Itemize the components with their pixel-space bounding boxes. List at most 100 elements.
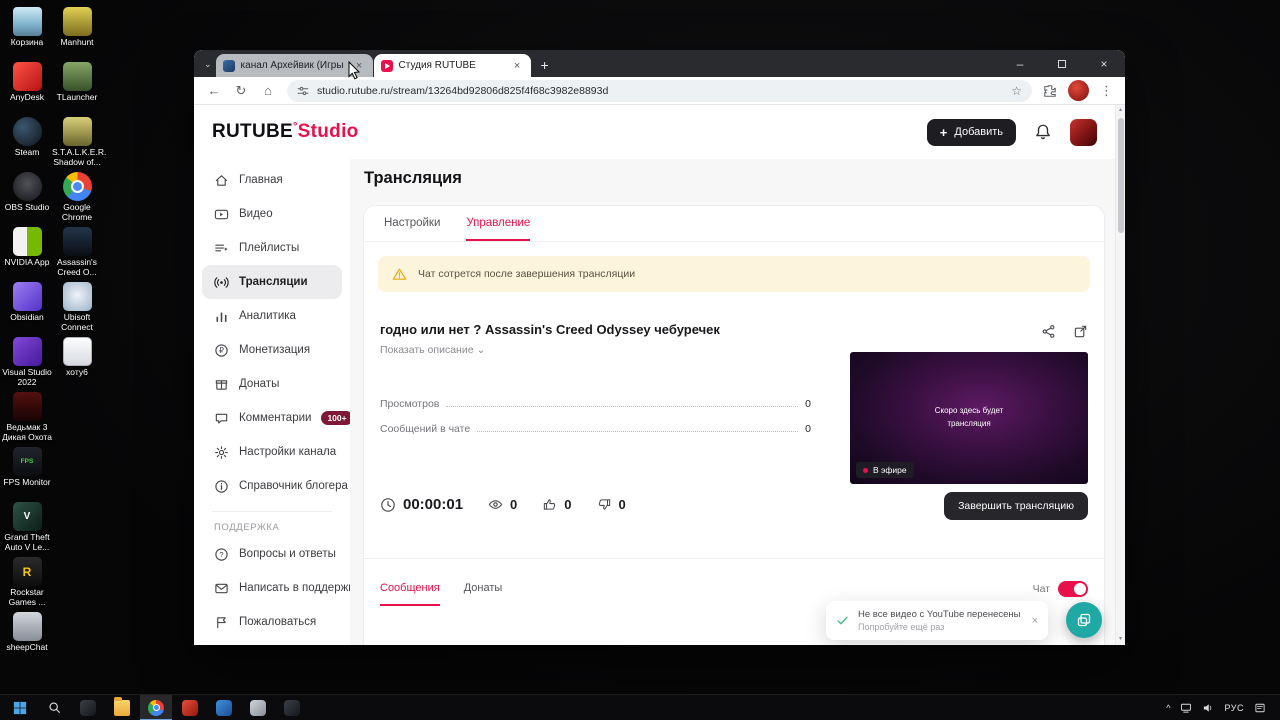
notifications-center-icon[interactable] [1254,702,1266,714]
desktop-icon[interactable]: Visual Studio 2022 [2,334,52,389]
desktop-icon[interactable]: NVIDIA App [2,224,52,279]
chat-warning-banner: Чат сотрется после завершения трансляции [378,256,1090,292]
desktop-icon-image: V [12,502,42,531]
tab-close-icon[interactable]: × [353,60,366,72]
add-button[interactable]: + Добавить [926,118,1016,146]
desktop-icon[interactable]: Manhunt [52,4,102,59]
tab-list-chevron-icon[interactable]: ⌄ [204,59,212,70]
desktop-icon[interactable]: Google Chrome [52,169,102,224]
card-divider [364,558,1104,559]
desktop-icon[interactable]: Корзина [2,4,52,59]
sidebar-item-video[interactable]: Видео [202,197,342,231]
browser-profile-avatar[interactable] [1068,80,1089,101]
rutube-studio-logo[interactable]: RUTUBE°Studio [212,121,359,143]
sidebar-item-analytics[interactable]: Аналитика [202,299,342,333]
desktop-icon[interactable]: R Rockstar Games ... [2,554,52,609]
desktop-icon-label: Visual Studio 2022 [2,367,52,387]
open-external-icon[interactable] [1073,324,1088,339]
thumbs-down-icon [598,499,610,510]
desktop-icon[interactable]: Ubisoft Connect [52,279,102,334]
browser-menu-icon[interactable]: ⋮ [1100,83,1113,99]
extensions-icon[interactable] [1043,84,1057,98]
chat-toggle[interactable] [1058,581,1088,597]
desktop-icon[interactable]: Assassin's Creed O... [52,224,102,279]
likes-count[interactable]: 0 [542,497,572,512]
language-indicator[interactable]: РУС [1224,703,1244,713]
scroll-up-icon[interactable]: ▴ [1116,105,1125,116]
desktop-icon[interactable]: sheepChat [2,609,52,664]
desktop-icon[interactable]: хоту6 [52,334,102,389]
taskbar-search-icon[interactable] [38,695,70,720]
sidebar-item-playlists[interactable]: Плейлисты [202,231,342,265]
taskbar-file-explorer[interactable] [106,695,138,720]
desktop-icon-label: Manhunt [60,37,94,47]
notifications-bell-icon[interactable] [1034,123,1052,141]
desktop-icon-label: S.T.A.L.K.E.R. Shadow of... [52,147,107,167]
desktop-icon[interactable]: Obsidian [2,279,52,334]
bookmark-star-icon[interactable]: ☆ [1011,84,1022,98]
taskbar-app-red[interactable] [174,695,206,720]
desktop-icon[interactable]: V Grand Theft Auto V Le... [2,499,52,554]
desktop-icon-image [12,62,42,91]
stream-preview[interactable]: Скоро здесь будет трансляция В эфире [850,352,1088,484]
desktop-icon[interactable]: FPS FPS Monitor [2,444,52,499]
scrollbar-thumb[interactable] [1118,118,1124,233]
taskbar-app-blue[interactable] [208,695,240,720]
desktop-icon[interactable]: Steam [2,114,52,169]
sidebar-item-streams[interactable]: Трансляции [202,265,342,299]
sidebar-item-contact-support[interactable]: Написать в поддержку [202,571,359,605]
new-tab-button[interactable]: + [541,57,549,73]
url-omnibox[interactable]: studio.rutube.ru/stream/13264bd92806d825… [287,79,1032,102]
back-icon[interactable]: ← [206,83,222,98]
browser-tab-rutube-studio[interactable]: Студия RUTUBE × [373,54,531,77]
volume-icon[interactable] [1202,702,1214,714]
desktop-icon[interactable]: OBS Studio [2,169,52,224]
sidebar-item-report[interactable]: Пожаловаться [202,605,342,639]
scroll-down-icon[interactable]: ▾ [1116,634,1125,645]
channel-avatar[interactable] [1070,118,1097,146]
toast-close-icon[interactable]: × [1032,615,1038,627]
page-scrollbar[interactable]: ▴ ▾ [1115,105,1125,645]
tab-close-icon[interactable]: × [511,60,524,72]
taskbar-app-dark-2[interactable] [276,695,308,720]
share-icon[interactable] [1041,324,1056,339]
sidebar-item-home[interactable]: Главная [202,163,342,197]
desktop-icon-label: FPS Monitor [3,477,51,487]
widgets-fab-button[interactable] [1066,602,1102,638]
toast-retry-link[interactable]: Попробуйте ещё раз [858,622,1023,632]
desktop-icon[interactable]: AnyDesk [2,59,52,114]
browser-tab-channel[interactable]: канал Архейвик (Игры Разног... × [215,54,373,77]
sidebar-item-donations[interactable]: Донаты [202,367,342,401]
tab-management[interactable]: Управление [466,206,531,241]
sidebar-item-blogger-guide[interactable]: Справочник блогера [202,469,348,503]
tray-expand-icon[interactable]: ^ [1166,703,1170,713]
show-description-link[interactable]: Показать описание ⌄ [380,344,485,356]
sidebar-item-comments[interactable]: Комментарии 100+ [202,401,353,435]
dislikes-count[interactable]: 0 [597,497,626,512]
minimize-button[interactable]: – [999,50,1041,77]
desktop-icon[interactable]: TLauncher [52,59,102,114]
site-settings-icon[interactable] [297,85,309,97]
start-button[interactable] [4,695,36,720]
close-button[interactable]: × [1083,50,1125,77]
sidebar-item-monetization[interactable]: ₽ Монетизация [202,333,342,367]
taskbar-chrome[interactable] [140,694,172,720]
reload-icon[interactable]: ↻ [233,83,249,99]
studio-main: Трансляция Настройки Управление Чат сотр… [350,159,1115,645]
desktop-icon[interactable]: Ведьмак 3 Дикая Охота [2,389,52,444]
sidebar-item-channel-settings[interactable]: Настройки канала [202,435,342,469]
home-icon[interactable]: ⌂ [260,83,276,98]
sidebar-item-faq[interactable]: ? Вопросы и ответы [202,537,342,571]
maximize-button[interactable] [1041,50,1083,77]
desktop-icon-image [62,337,92,366]
tab-messages[interactable]: Сообщения [380,572,440,606]
desktop-icon-label: Ubisoft Connect [61,312,93,332]
taskbar-app-silver[interactable] [242,695,274,720]
url-text: studio.rutube.ru/stream/13264bd92806d825… [317,84,609,97]
taskbar-app-dark-1[interactable] [72,695,104,720]
network-icon[interactable] [1180,702,1192,714]
tab-donations[interactable]: Донаты [464,572,503,606]
tab-settings[interactable]: Настройки [384,206,440,241]
end-stream-button[interactable]: Завершить трансляцию [944,492,1088,520]
desktop-icon[interactable]: S.T.A.L.K.E.R. Shadow of... [52,114,107,169]
